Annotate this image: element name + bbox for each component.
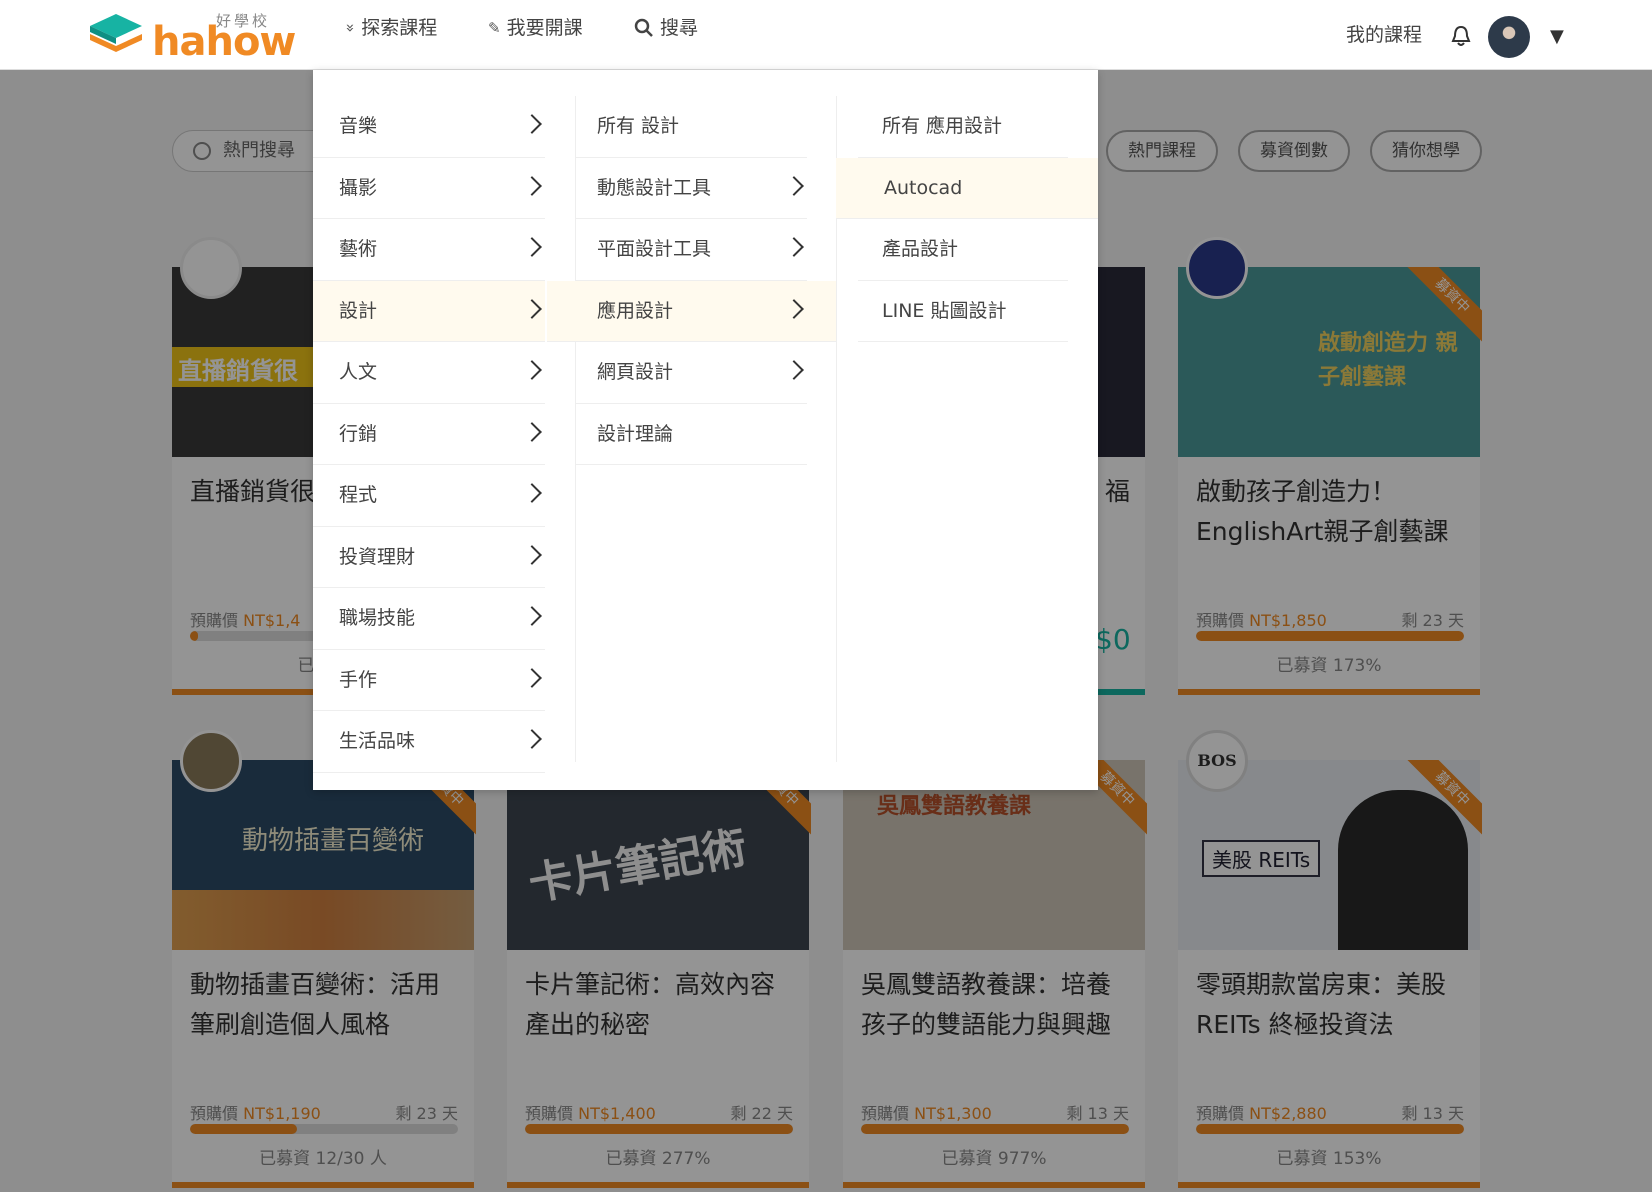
category-lifestyle[interactable]: 生活品味 bbox=[313, 711, 545, 773]
hahow-logo[interactable]: hahow 好學校 bbox=[86, 10, 296, 62]
chevron-right-icon bbox=[522, 237, 542, 257]
category-investing[interactable]: 投資理財 bbox=[313, 527, 545, 588]
nav-teach[interactable]: ✎ 我要開課 bbox=[488, 14, 583, 42]
category-music[interactable]: 音樂 bbox=[313, 96, 545, 158]
item-column: 所有 應用設計 Autocad 產品設計 LINE 貼圖設計 bbox=[836, 96, 1098, 342]
chevron-right-icon bbox=[522, 175, 542, 196]
subcategory-all-design[interactable]: 所有 設計 bbox=[575, 96, 807, 158]
nav-teach-label: 我要開課 bbox=[506, 17, 583, 39]
item-product-design[interactable]: 產品設計 bbox=[858, 219, 1068, 281]
category-programming[interactable]: 程式 bbox=[313, 465, 545, 527]
category-humanities[interactable]: 人文 bbox=[313, 342, 545, 404]
user-avatar[interactable] bbox=[1488, 16, 1530, 58]
nav-search-label: 搜尋 bbox=[660, 17, 699, 39]
chevron-right-icon bbox=[522, 421, 542, 442]
category-design[interactable]: 設計 bbox=[313, 280, 545, 342]
subcategory-graphic-design-tools[interactable]: 平面設計工具 bbox=[575, 219, 807, 281]
chevron-right-icon bbox=[784, 237, 804, 257]
logo-subtitle: 好學校 bbox=[216, 12, 271, 30]
chevron-right-icon bbox=[522, 667, 542, 688]
category-handcraft[interactable]: 手作 bbox=[313, 650, 545, 711]
category-marketing[interactable]: 行銷 bbox=[313, 404, 545, 465]
explore-mega-menu: 音樂 攝影 藝術 設計 人文 行銷 程式 投資理財 職場技能 手作 生活品味 所… bbox=[313, 70, 1098, 790]
item-line-sticker-design[interactable]: LINE 貼圖設計 bbox=[858, 281, 1068, 342]
pencil-icon: ✎ bbox=[488, 19, 501, 37]
category-career-skills[interactable]: 職場技能 bbox=[313, 588, 545, 650]
subcategory-design-theory[interactable]: 設計理論 bbox=[575, 404, 807, 465]
account-dropdown-caret-icon[interactable]: ▼ bbox=[1550, 26, 1564, 47]
chevron-right-icon bbox=[522, 606, 542, 626]
chevron-right-icon bbox=[522, 729, 542, 749]
chevron-right-icon bbox=[784, 360, 804, 380]
chevron-right-icon bbox=[522, 544, 542, 565]
nav-explore-courses[interactable]: » 探索課程 bbox=[342, 14, 438, 42]
nav-explore-label: 探索課程 bbox=[361, 17, 438, 39]
item-autocad[interactable]: Autocad bbox=[836, 157, 1098, 219]
category-photography[interactable]: 攝影 bbox=[313, 158, 545, 219]
chevron-right-icon bbox=[522, 360, 542, 380]
nav-search[interactable]: 搜尋 bbox=[634, 14, 698, 42]
chevron-right-icon bbox=[784, 298, 804, 319]
bell-icon[interactable] bbox=[1450, 24, 1472, 48]
chevron-right-icon bbox=[522, 114, 542, 134]
chevron-right-icon bbox=[784, 175, 804, 196]
subcategory-motion-design-tools[interactable]: 動態設計工具 bbox=[575, 158, 807, 219]
subcategory-web-design[interactable]: 網頁設計 bbox=[575, 342, 807, 404]
search-icon bbox=[634, 18, 653, 37]
item-all-applied-design[interactable]: 所有 應用設計 bbox=[858, 96, 1068, 158]
chevron-right-icon bbox=[522, 483, 542, 503]
top-header: hahow 好學校 » 探索課程 ✎ 我要開課 搜尋 我的課程 ▼ bbox=[0, 0, 1652, 70]
double-chevron-down-icon: » bbox=[341, 23, 360, 33]
subcategory-applied-design[interactable]: 應用設計 bbox=[547, 280, 837, 342]
chevron-right-icon bbox=[522, 298, 542, 319]
category-column: 音樂 攝影 藝術 設計 人文 行銷 程式 投資理財 職場技能 手作 生活品味 bbox=[313, 96, 545, 773]
logo-mark-icon bbox=[90, 14, 142, 52]
category-art[interactable]: 藝術 bbox=[313, 219, 545, 281]
subcategory-column: 所有 設計 動態設計工具 平面設計工具 應用設計 網頁設計 設計理論 bbox=[547, 96, 837, 465]
my-courses-link[interactable]: 我的課程 bbox=[1346, 20, 1422, 47]
